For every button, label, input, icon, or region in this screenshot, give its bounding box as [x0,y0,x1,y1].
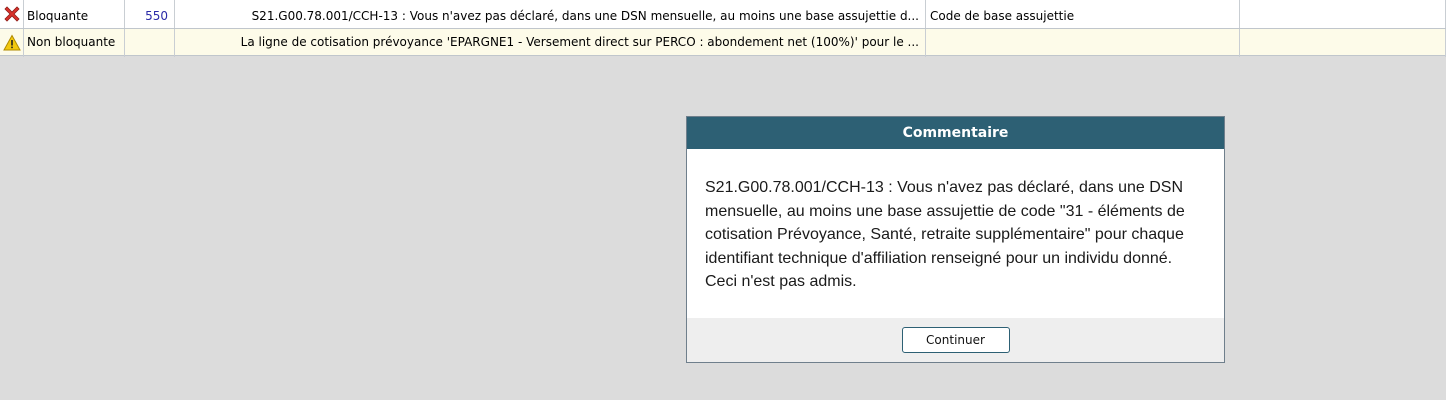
code-cell [926,29,1240,57]
dialog-message: S21.G00.78.001/CCH-13 : Vous n'avez pas … [705,179,1185,290]
comment-dialog: Commentaire S21.G00.78.001/CCH-13 : Vous… [686,116,1225,363]
message-cell: La ligne de cotisation prévoyance 'EPARG… [175,29,926,57]
number-cell: 550 [125,0,175,28]
dialog-title: Commentaire [687,117,1224,149]
code-cell: Code de base assujettie [926,0,1240,28]
anomalies-grid: Bloquante 550 S21.G00.78.001/CCH-13 : Vo… [0,0,1446,57]
dialog-footer: Continuer [687,318,1224,362]
error-x-icon [0,0,24,28]
severity-cell: Non bloquante [24,29,125,57]
number-cell [125,29,175,57]
extra-cell [1240,0,1446,28]
warning-triangle-icon [0,29,24,57]
continue-button[interactable]: Continuer [901,327,1010,353]
table-row[interactable]: Bloquante 550 S21.G00.78.001/CCH-13 : Vo… [0,0,1446,29]
table-row[interactable]: Non bloquante La ligne de cotisation pré… [0,29,1446,57]
message-cell: S21.G00.78.001/CCH-13 : Vous n'avez pas … [175,0,926,28]
extra-cell [1240,29,1446,57]
severity-cell: Bloquante [24,0,125,28]
